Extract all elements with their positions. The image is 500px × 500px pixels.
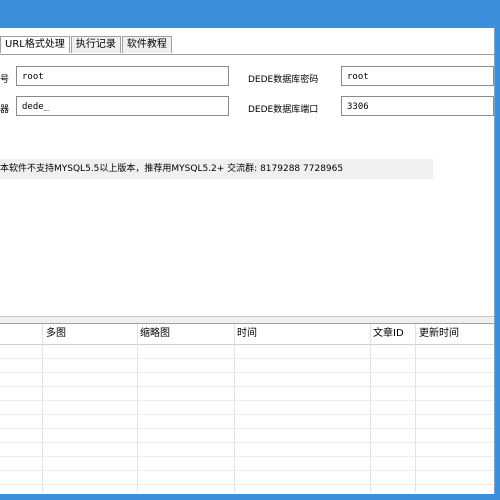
- splitter[interactable]: [0, 316, 494, 324]
- db-password-field[interactable]: root: [341, 66, 494, 86]
- column-divider: [415, 324, 416, 492]
- table-row: [0, 400, 494, 401]
- db-port-field[interactable]: 3306: [341, 96, 494, 116]
- column-header-update-time[interactable]: 更新时间: [419, 324, 459, 344]
- window-bottom-border: [0, 494, 500, 500]
- tab-bar: URL格式处理 执行记录 软件教程: [0, 36, 173, 54]
- table-row: [0, 372, 494, 373]
- column-divider: [42, 324, 43, 492]
- table-prefix-label: 器: [0, 105, 10, 115]
- db-port-label: DEDE数据库端口: [248, 105, 319, 115]
- column-header-article-id[interactable]: 文章ID: [373, 324, 404, 344]
- table-row: [0, 456, 494, 457]
- column-divider: [137, 324, 138, 492]
- column-header-images[interactable]: 多图: [46, 324, 66, 344]
- column-divider: [370, 324, 371, 492]
- column-header-thumbnail[interactable]: 缩略图: [140, 324, 170, 344]
- db-user-label: 号: [0, 75, 10, 85]
- db-password-label: DEDE数据库密码: [248, 75, 319, 85]
- table-row: [0, 442, 494, 443]
- tab-execution-log[interactable]: 执行记录: [70, 36, 121, 53]
- tab-url-format[interactable]: URL格式处理: [0, 36, 70, 53]
- table-prefix-field[interactable]: dede_: [16, 96, 229, 116]
- settings-panel: 号 root DEDE数据库密码 root 器 dede_ DEDE数据库端口 …: [0, 54, 494, 317]
- table-row: [0, 386, 494, 387]
- table-header: 多图 缩略图 时间 文章ID 更新时间: [0, 324, 494, 345]
- main-window: URL格式处理 执行记录 软件教程 号 root DEDE数据库密码 root …: [0, 28, 495, 494]
- table-row: [0, 428, 494, 429]
- table-row: [0, 358, 494, 359]
- column-divider: [234, 324, 235, 492]
- table-row: [0, 484, 494, 485]
- results-table: 多图 缩略图 时间 文章ID 更新时间: [0, 324, 494, 492]
- version-notice: 本软件不支持MYSQL5.5以上版本，推荐用MYSQL5.2+ 交流群: 817…: [0, 159, 433, 179]
- table-row: [0, 414, 494, 415]
- db-user-field[interactable]: root: [16, 66, 229, 86]
- table-row: [0, 470, 494, 471]
- column-header-time[interactable]: 时间: [237, 324, 257, 344]
- tab-tutorial[interactable]: 软件教程: [121, 36, 172, 53]
